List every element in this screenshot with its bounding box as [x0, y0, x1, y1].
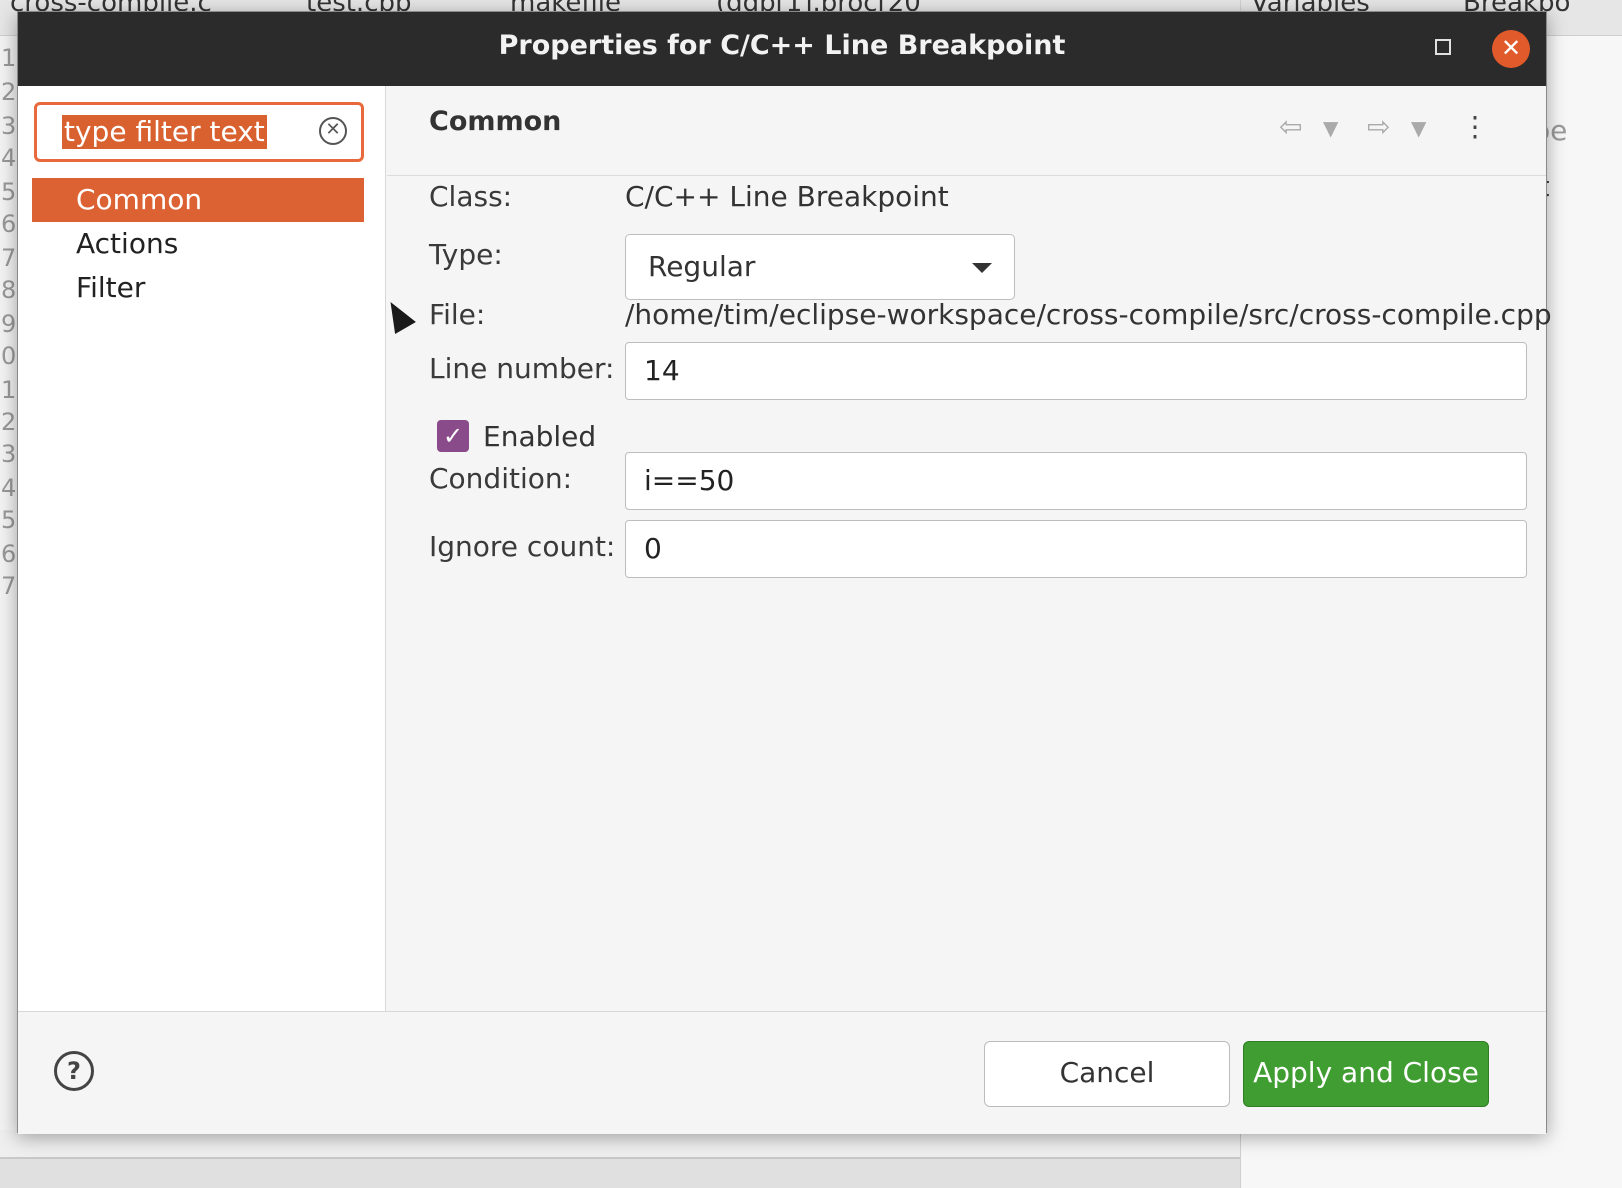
clear-filter-icon[interactable]: ✕	[319, 117, 347, 145]
class-value: C/C++ Line Breakpoint	[625, 180, 949, 213]
file-label: File:	[429, 298, 486, 331]
bottom-panel-tabs	[0, 1158, 1240, 1188]
back-dropdown-icon[interactable]: ▼	[1323, 116, 1338, 140]
enabled-label[interactable]: Enabled	[483, 420, 596, 453]
enabled-checkbox[interactable]: ✓	[437, 420, 469, 452]
back-arrow-icon[interactable]: ⇦	[1279, 110, 1302, 143]
bottom-scrollbar[interactable]	[0, 1130, 1240, 1158]
dialog-footer: ? Cancel Apply and Close	[18, 1011, 1546, 1134]
forward-dropdown-icon[interactable]: ▼	[1411, 116, 1426, 140]
type-select[interactable]: Regular	[625, 234, 1015, 300]
close-icon[interactable]: ✕	[1492, 30, 1530, 68]
condition-label: Condition:	[429, 462, 573, 495]
cancel-button[interactable]: Cancel	[984, 1041, 1230, 1107]
ignore-count-label: Ignore count:	[429, 530, 616, 563]
dialog-titlebar[interactable]: Properties for C/C++ Line Breakpoint ✕	[18, 12, 1546, 86]
line-number-label: Line number:	[429, 352, 615, 385]
line-number-input[interactable]: 14	[625, 342, 1527, 400]
nav-item-filter[interactable]: Filter	[32, 266, 364, 310]
property-page-content: Common ⇦ ▼ ⇨ ▼ ⋮ Class: C/C++ Line Break…	[387, 86, 1552, 1011]
dialog-title: Properties for C/C++ Line Breakpoint	[498, 30, 1066, 61]
view-menu-icon[interactable]: ⋮	[1461, 110, 1489, 143]
ignore-count-input[interactable]: 0	[625, 520, 1527, 578]
line-number-gutter: 1 2 3 4 5 6 7 8 9 0 1 2 3 4 5 6 7	[0, 36, 18, 1136]
apply-and-close-button[interactable]: Apply and Close	[1243, 1041, 1489, 1107]
chevron-down-icon	[972, 263, 992, 273]
file-value: /home/tim/eclipse-workspace/cross-compil…	[625, 298, 1552, 331]
filter-input-text[interactable]: type filter text	[62, 115, 267, 149]
class-label: Class:	[429, 180, 513, 213]
help-icon[interactable]: ?	[54, 1051, 94, 1091]
type-label: Type:	[429, 238, 503, 271]
forward-arrow-icon[interactable]: ⇨	[1367, 110, 1390, 143]
property-page-list: type filter text ✕ Common Actions Filter	[18, 86, 386, 1011]
nav-item-actions[interactable]: Actions	[32, 222, 364, 266]
nav-item-common[interactable]: Common	[32, 178, 364, 222]
content-header: Common ⇦ ▼ ⇨ ▼ ⋮	[387, 86, 1546, 176]
breakpoint-properties-dialog: Properties for C/C++ Line Breakpoint ✕ t…	[17, 11, 1552, 1134]
type-select-value: Regular	[648, 250, 756, 283]
page-title: Common	[429, 106, 562, 137]
filter-input[interactable]: type filter text ✕	[34, 102, 364, 162]
condition-input[interactable]: i==50	[625, 452, 1527, 510]
maximize-icon[interactable]	[1435, 39, 1451, 55]
